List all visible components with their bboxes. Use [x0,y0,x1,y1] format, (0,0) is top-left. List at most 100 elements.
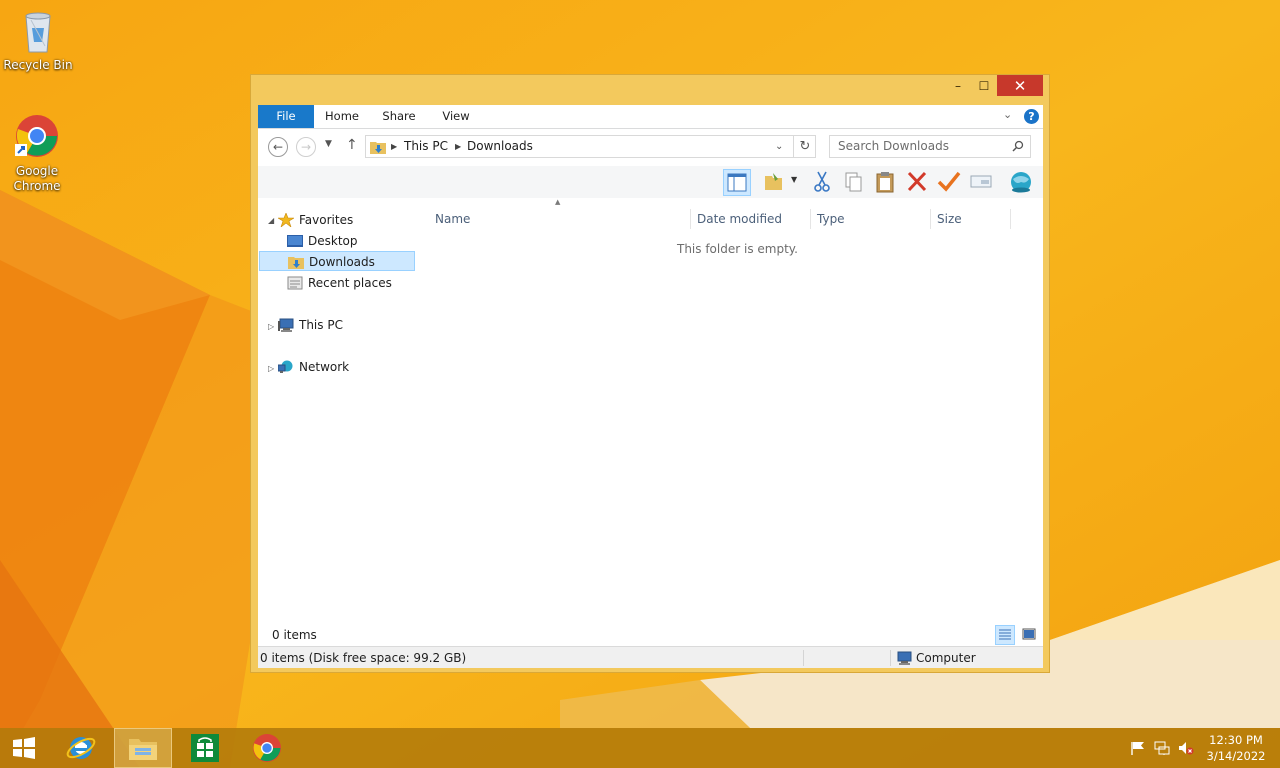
minimize-button[interactable]: – [945,75,971,96]
desktop-folder-icon [287,235,303,247]
back-button[interactable]: ← [268,137,288,157]
status-divider [890,650,891,666]
column-header-date-modified[interactable]: Date modified [697,209,782,229]
nav-item-downloads[interactable]: Downloads [259,251,415,271]
collapsed-arrow-icon[interactable]: ▷ [268,322,274,331]
nav-item-label: Downloads [309,255,375,269]
address-bar[interactable]: ▶ This PC ▶ Downloads ⌄ ↻ [365,135,816,158]
maximize-button[interactable]: ☐ [971,75,997,96]
clock[interactable]: 12:30 PM 3/14/2022 [1200,732,1272,764]
globe-icon [1011,172,1031,193]
file-explorer-window: – ☐ ✕ File Home Share View ⌄ ? ← → ▼ ↑ ▶ [250,74,1050,673]
nav-item-recent-places[interactable]: Recent places [287,273,415,293]
title-bar[interactable]: – ☐ ✕ [251,75,1049,105]
close-button[interactable]: ✕ [997,75,1043,96]
chrome-icon [253,734,281,762]
nav-favorites[interactable]: Favorites [278,210,418,230]
star-icon [278,213,294,227]
expanded-arrow-icon[interactable]: ◢ [268,216,274,225]
search-box[interactable]: Search Downloads [829,135,1031,158]
store-icon [191,734,219,762]
layout-pane-icon [727,173,747,192]
volume-muted-icon[interactable] [1178,741,1194,755]
refresh-icon[interactable]: ↻ [793,136,816,157]
nav-network[interactable]: Network [278,357,408,377]
forward-button[interactable]: → [296,137,316,157]
clipboard-icon [876,172,894,193]
network-icon[interactable] [1154,741,1170,755]
taskbar-internet-explorer[interactable] [52,728,110,768]
flag-icon[interactable] [1130,741,1146,755]
folder-properties-icon [765,173,782,190]
column-divider[interactable] [930,209,931,229]
search-icon[interactable] [1012,140,1024,152]
chrome-icon [13,112,61,160]
downloads-folder-icon [370,142,386,154]
ribbon-tabs: File Home Share View ⌄ ? [258,105,1043,129]
large-icons-view-button[interactable] [1020,625,1040,645]
cut-button[interactable] [809,169,837,196]
status-divider [803,650,804,666]
help-icon[interactable]: ? [1024,109,1039,124]
preview-pane-button[interactable] [723,169,751,196]
rename-button[interactable] [936,169,964,196]
properties-dropdown-icon[interactable]: ▼ [788,169,802,196]
status-text: 0 items (Disk free space: 99.2 GB) [260,651,467,665]
copy-button[interactable] [840,169,868,196]
empty-folder-message: This folder is empty. [677,242,798,256]
copy-icon [845,172,862,192]
address-row: ← → ▼ ↑ ▶ This PC ▶ Downloads ⌄ ↻ Search… [258,130,1043,166]
delete-button[interactable] [904,169,932,196]
nav-item-label: Recent places [308,276,392,290]
security-zone: Computer [916,651,976,665]
computer-icon [278,318,294,332]
breadcrumb-this-pc[interactable]: This PC [404,136,448,157]
toolbar: ▼ [258,166,1043,198]
item-count: 0 items [272,628,317,642]
taskbar-google-chrome[interactable] [238,728,296,768]
start-button[interactable] [0,728,48,768]
network-sharing-button[interactable] [1008,169,1036,196]
start-icon [13,737,35,759]
taskbar: 12:30 PM 3/14/2022 [0,728,1280,768]
desktop-icon-recycle-bin[interactable]: Recycle Bin [1,6,75,73]
nav-item-desktop[interactable]: Desktop [287,231,415,251]
column-header-size[interactable]: Size [937,209,962,229]
select-button[interactable] [968,169,996,196]
taskbar-store[interactable] [176,728,234,768]
breadcrumb-separator-icon[interactable]: ▶ [455,136,461,157]
tab-share[interactable]: Share [377,105,421,128]
tab-file[interactable]: File [258,105,314,128]
column-divider[interactable] [810,209,811,229]
clock-time: 12:30 PM [1209,733,1263,747]
tab-home[interactable]: Home [320,105,364,128]
expand-ribbon-chevron-icon[interactable]: ⌄ [1003,108,1017,124]
properties-button[interactable] [761,169,789,196]
recent-locations-chevron-icon[interactable]: ▼ [325,139,332,149]
sort-ascending-icon: ▲ [555,198,561,206]
collapsed-arrow-icon[interactable]: ▷ [268,364,274,373]
details-view-icon [999,629,1011,640]
scissors-icon [814,171,830,192]
search-placeholder: Search Downloads [838,139,949,153]
clock-date: 3/14/2022 [1206,749,1266,763]
nav-this-pc[interactable]: This PC [278,315,408,335]
checkmark-icon [937,171,961,192]
nav-this-pc-label: This PC [299,318,343,332]
column-divider[interactable] [690,209,691,229]
column-header-type[interactable]: Type [817,209,845,229]
column-divider[interactable] [1010,209,1011,229]
breadcrumb-downloads[interactable]: Downloads [467,136,533,157]
details-view-button[interactable] [995,625,1015,645]
up-button[interactable]: ↑ [346,137,358,153]
file-explorer-icon [129,739,157,760]
navigation-pane: ◢ Favorites Desktop Downloads Recent pla… [258,198,428,643]
recycle-bin-icon [14,6,62,54]
paste-button[interactable] [872,169,900,196]
taskbar-file-explorer[interactable] [114,728,172,768]
network-icon [278,360,293,373]
column-header-name[interactable]: Name [435,209,470,229]
tab-view[interactable]: View [434,105,478,128]
address-dropdown-icon[interactable]: ⌄ [775,136,783,157]
desktop-icon-google-chrome[interactable]: Google Chrome [0,112,74,194]
